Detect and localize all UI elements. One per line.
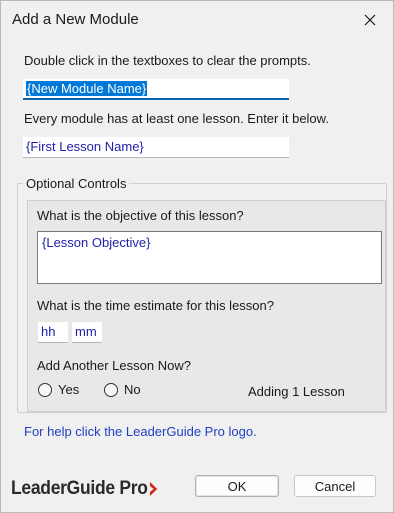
optional-controls-label: Optional Controls	[23, 176, 130, 191]
another-lesson-question: Add Another Lesson Now?	[37, 358, 191, 373]
first-lesson-input[interactable]: {First Lesson Name}	[23, 137, 289, 158]
close-button[interactable]	[347, 1, 393, 39]
time-question: What is the time estimate for this lesso…	[37, 298, 274, 313]
logo-text: LeaderGuide Pro	[11, 478, 148, 499]
title-bar: Add a New Module	[1, 1, 393, 39]
adding-status-text: Adding 1 Lesson	[248, 384, 345, 399]
objective-textarea[interactable]: {Lesson Objective}	[37, 231, 382, 284]
dialog-title: Add a New Module	[12, 11, 139, 28]
no-radio-label: No	[124, 382, 141, 397]
instructions-text: Double click in the textboxes to clear t…	[24, 53, 311, 68]
lesson-note-text: Every module has at least one lesson. En…	[24, 111, 329, 126]
yes-radio-label: Yes	[58, 382, 80, 397]
help-link[interactable]: For help click the LeaderGuide Pro logo.	[24, 424, 257, 439]
logo-chevron-icon	[149, 482, 157, 496]
yes-radio[interactable]: Yes	[38, 382, 79, 397]
close-icon	[364, 14, 376, 26]
objective-question: What is the objective of this lesson?	[37, 208, 244, 223]
module-name-input[interactable]: {New Module Name}	[23, 79, 289, 100]
minutes-input[interactable]: mm	[72, 322, 102, 343]
ok-button[interactable]: OK	[195, 475, 279, 497]
module-name-selected-text: {New Module Name}	[26, 81, 148, 96]
dialog-window: Add a New Module Double click in the tex…	[0, 0, 394, 513]
hours-input[interactable]: hh	[38, 322, 68, 343]
yes-radio-circle[interactable]	[38, 382, 52, 397]
leaderguide-pro-logo[interactable]: LeaderGuide Pro	[11, 475, 158, 503]
no-radio[interactable]: No	[104, 382, 141, 397]
no-radio-circle[interactable]	[104, 382, 118, 397]
cancel-button[interactable]: Cancel	[294, 475, 376, 497]
